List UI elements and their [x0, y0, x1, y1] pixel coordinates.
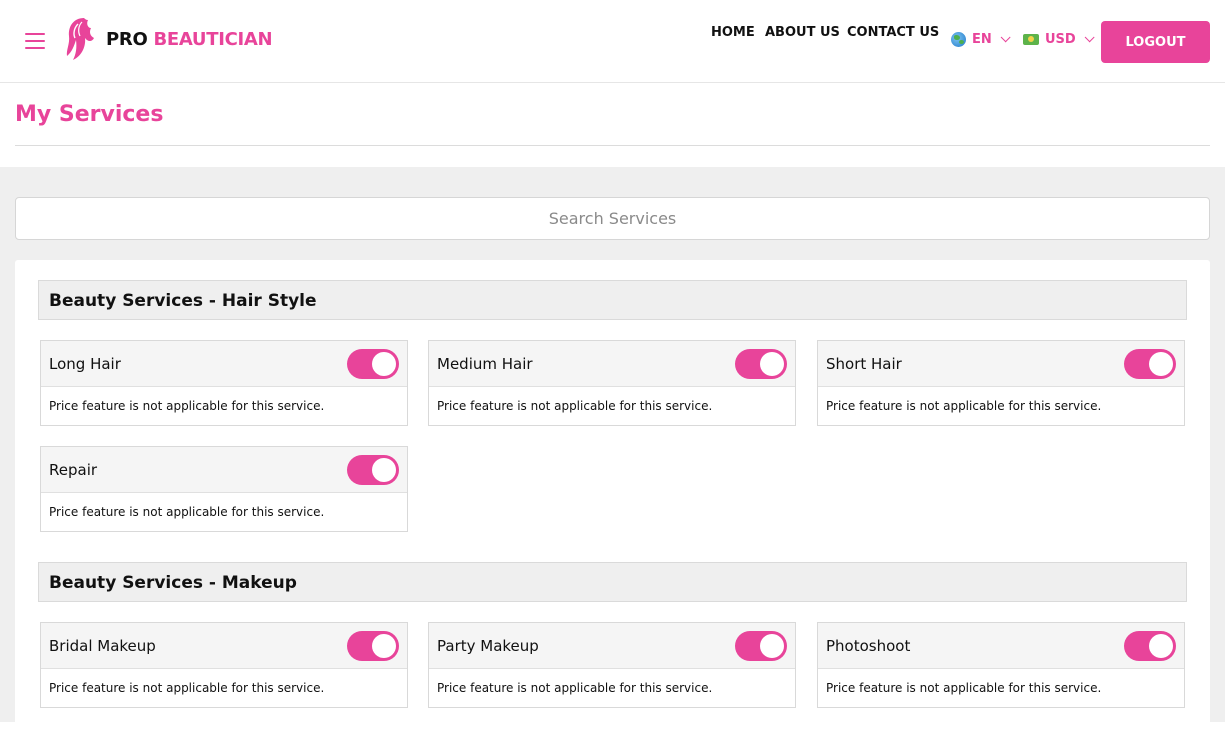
service-card: Short Hair Price feature is not applicab…: [817, 340, 1185, 426]
service-toggle[interactable]: [347, 349, 399, 379]
service-toggle[interactable]: [1124, 349, 1176, 379]
service-note: Price feature is not applicable for this…: [49, 681, 325, 695]
service-toggle[interactable]: [735, 349, 787, 379]
main-content: Beauty Services - Hair Style Long Hair P…: [0, 167, 1225, 730]
brand-pro-text: PRO: [106, 28, 148, 50]
category-title: Beauty Services - Makeup: [49, 573, 297, 593]
brand-logo[interactable]: PRO BEAUTICIAN: [64, 16, 273, 62]
service-name: Photoshoot: [826, 637, 911, 655]
page-header: My Services: [0, 83, 1225, 167]
service-card: Medium Hair Price feature is not applica…: [428, 340, 796, 426]
logout-button[interactable]: LOGOUT: [1101, 21, 1210, 63]
currency-selector[interactable]: USD: [1023, 32, 1095, 47]
service-name: Party Makeup: [437, 637, 539, 655]
brand-name-text: BEAUTICIAN: [153, 28, 273, 50]
service-name: Bridal Makeup: [49, 637, 156, 655]
category-header: Beauty Services - Makeup: [38, 562, 1187, 602]
language-selector[interactable]: EN: [951, 32, 1011, 47]
nav-home-link[interactable]: HOME: [711, 25, 755, 40]
service-note: Price feature is not applicable for this…: [49, 505, 325, 519]
service-card: Party Makeup Price feature is not applic…: [428, 622, 796, 708]
service-name: Short Hair: [826, 355, 902, 373]
chevron-down-icon: [1084, 32, 1095, 43]
woman-silhouette-icon: [66, 18, 94, 60]
nav-about-link[interactable]: ABOUT US: [765, 25, 840, 40]
service-note: Price feature is not applicable for this…: [437, 399, 713, 413]
category-header: Beauty Services - Hair Style: [38, 280, 1187, 320]
page-title: My Services: [15, 102, 164, 127]
hamburger-menu-icon[interactable]: [25, 33, 45, 49]
top-navbar: PRO BEAUTICIAN HOME ABOUT US CONTACT US …: [0, 0, 1225, 83]
service-card: Bridal Makeup Price feature is not appli…: [40, 622, 408, 708]
service-note: Price feature is not applicable for this…: [826, 399, 1102, 413]
category-title: Beauty Services - Hair Style: [49, 291, 317, 311]
service-name: Medium Hair: [437, 355, 533, 373]
service-note: Price feature is not applicable for this…: [437, 681, 713, 695]
divider: [15, 145, 1210, 146]
nav-contact-link[interactable]: CONTACT US: [847, 25, 939, 40]
money-icon: [1023, 34, 1039, 45]
search-input[interactable]: [15, 197, 1210, 240]
service-card: Long Hair Price feature is not applicabl…: [40, 340, 408, 426]
language-value: EN: [972, 32, 992, 47]
services-panel: Beauty Services - Hair Style Long Hair P…: [15, 260, 1210, 730]
service-card: Repair Price feature is not applicable f…: [40, 446, 408, 532]
service-toggle[interactable]: [735, 631, 787, 661]
service-card: Photoshoot Price feature is not applicab…: [817, 622, 1185, 708]
globe-icon: [951, 32, 966, 47]
service-name: Repair: [49, 461, 98, 479]
service-note: Price feature is not applicable for this…: [49, 399, 325, 413]
service-name: Long Hair: [49, 355, 121, 373]
service-toggle[interactable]: [347, 455, 399, 485]
currency-value: USD: [1045, 32, 1076, 47]
service-toggle[interactable]: [1124, 631, 1176, 661]
service-toggle[interactable]: [347, 631, 399, 661]
chevron-down-icon: [1000, 32, 1011, 43]
service-note: Price feature is not applicable for this…: [826, 681, 1102, 695]
